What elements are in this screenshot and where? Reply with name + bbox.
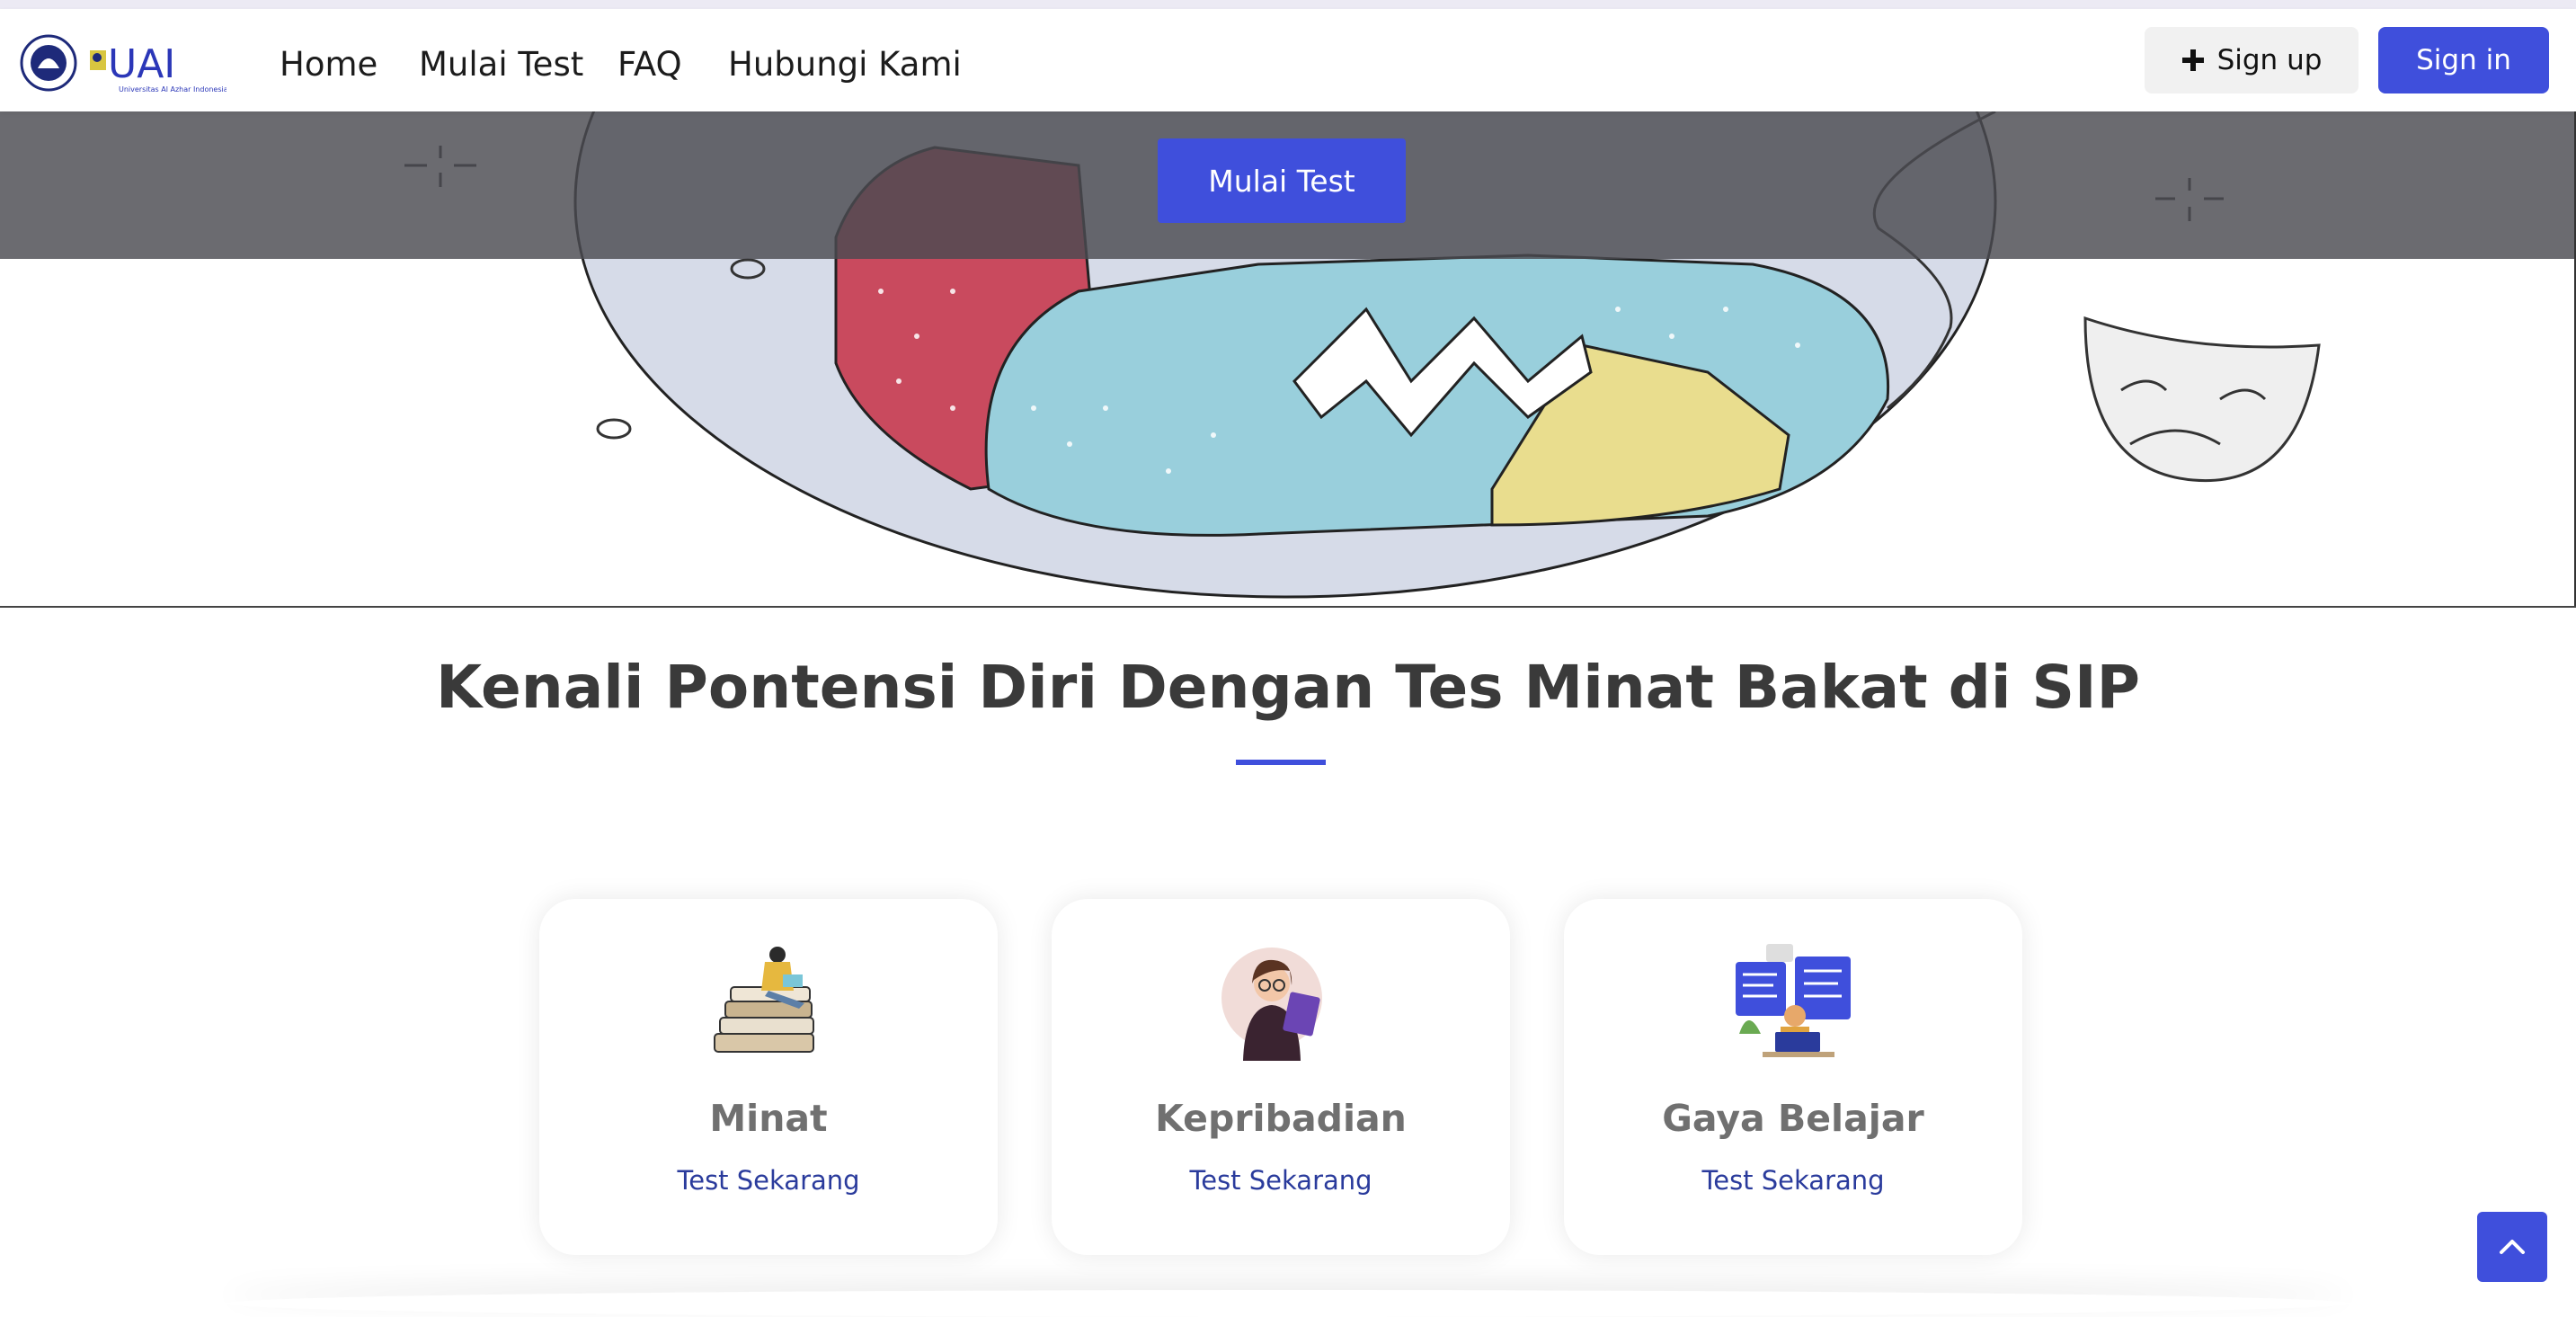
sign-in-button[interactable]: Sign in [2378,27,2549,93]
navbar: UAI Universitas Al Azhar Indonesia Home … [0,9,2576,111]
nav-link-mulai-test[interactable]: Mulai Test [419,45,583,84]
sign-up-label: Sign up [2216,44,2323,76]
section-headline: Kenali Pontensi Diri Dengan Tes Minat Ba… [436,653,2140,722]
woman-reading-icon [1218,944,1344,1061]
chevron-up-icon [2500,1240,2525,1254]
card-gaya-belajar[interactable]: Gaya Belajar Test Sekarang [1564,899,2022,1255]
test-now-link[interactable]: Test Sekarang [1564,1165,2022,1196]
card-title: Gaya Belajar [1662,1097,1924,1140]
card-title: Minat [709,1097,828,1140]
top-accent-line [0,0,2576,9]
sign-up-button[interactable]: Sign up [2145,27,2358,93]
scroll-to-top-button[interactable] [2477,1212,2547,1282]
logo-subtext: Universitas Al Azhar Indonesia [119,85,227,93]
learning-screens-icon [1730,944,1856,1061]
card-kepribadian[interactable]: Kepribadian Test Sekarang [1052,899,1510,1255]
next-section-edge [225,1290,2351,1317]
plus-icon [2181,49,2204,71]
hero-start-test-button[interactable]: Mulai Test [1158,138,1406,223]
card-minat[interactable]: Minat Test Sekarang [539,899,998,1255]
nav-link-hubungi-kami[interactable]: Hubungi Kami [728,45,962,84]
nav-link-faq[interactable]: FAQ [617,45,682,84]
reading-on-books-icon [706,944,831,1061]
hero-bottom-border [0,606,2576,608]
logo-text: UAI [108,41,175,87]
card-title: Kepribadian [1155,1097,1407,1140]
nav-link-home[interactable]: Home [280,45,378,84]
test-now-link[interactable]: Test Sekarang [539,1165,998,1196]
test-now-link[interactable]: Test Sekarang [1052,1165,1510,1196]
headline-underline [1236,760,1326,765]
logo[interactable]: UAI Universitas Al Azhar Indonesia [20,27,228,99]
